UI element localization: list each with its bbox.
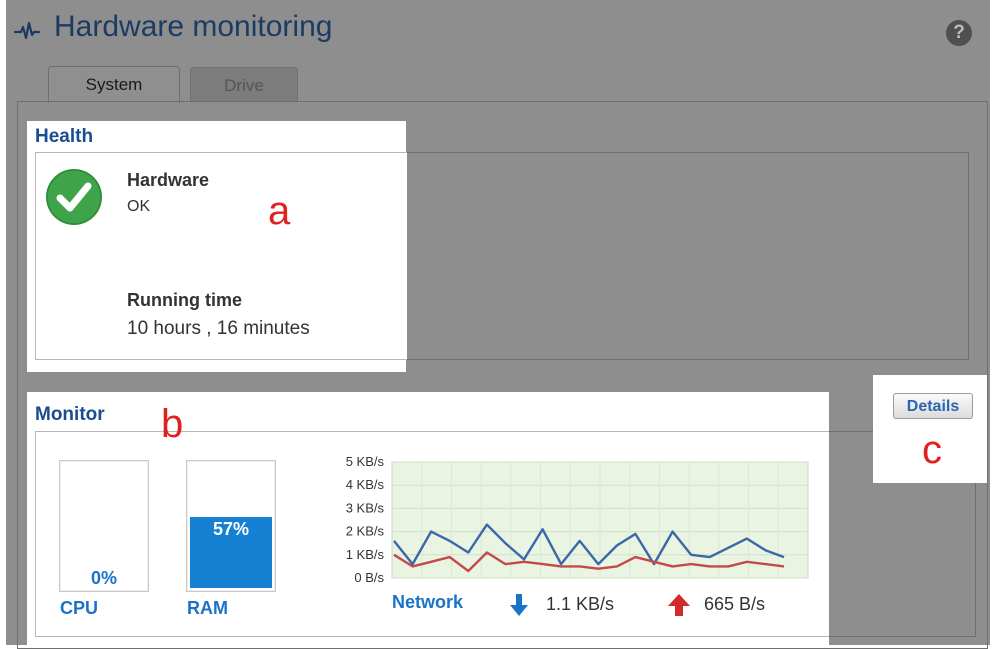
chart-y-tick-label: 0 B/s — [354, 570, 384, 585]
monitor-section-label: Monitor — [35, 404, 105, 425]
green-check-icon — [46, 169, 102, 225]
annotation-c: c — [922, 428, 942, 472]
pulse-icon — [14, 21, 40, 40]
chart-y-tick-label: 2 KB/s — [346, 524, 385, 539]
ram-label: RAM — [187, 598, 228, 618]
chart-y-ticks: 5 KB/s 4 KB/s 3 KB/s 2 KB/s 1 KB/s 0 B/s — [346, 454, 385, 585]
tab-drive[interactable]: Drive — [190, 67, 298, 102]
network-label: Network — [392, 592, 464, 612]
annotation-a: a — [268, 189, 291, 233]
details-button[interactable]: Details — [893, 393, 973, 419]
cpu-label: CPU — [60, 598, 99, 618]
arrow-up-icon — [668, 594, 690, 616]
chart-y-tick-label: 5 KB/s — [346, 454, 385, 469]
chart-y-tick-label: 3 KB/s — [346, 500, 385, 515]
upload-rate: 665 B/s — [704, 594, 766, 614]
cpu-value: 0% — [90, 568, 117, 588]
network-chart: 5 KB/s 4 KB/s 3 KB/s 2 KB/s 1 KB/s 0 B/s — [346, 454, 809, 585]
health-section-label: Health — [35, 126, 94, 147]
cpu-gauge: 0% — [59, 460, 149, 592]
health-panel-frame — [404, 152, 969, 360]
hardware-label: Hardware — [127, 170, 210, 190]
ram-value: 57% — [212, 519, 250, 539]
hardware-status: OK — [127, 198, 151, 215]
chart-y-tick-label: 4 KB/s — [346, 477, 385, 492]
ram-gauge: 57% — [186, 460, 276, 592]
chart-y-tick-label: 1 KB/s — [346, 547, 385, 562]
help-icon[interactable]: ? — [946, 20, 972, 46]
running-time-value: 10 hours , 16 minutes — [127, 318, 310, 339]
download-rate: 1.1 KB/s — [546, 594, 615, 614]
tab-system[interactable]: System — [48, 66, 180, 103]
page-title: Hardware monitoring — [54, 10, 333, 43]
running-time-label: Running time — [127, 290, 242, 310]
annotation-b: b — [161, 402, 184, 446]
arrow-down-icon — [510, 594, 528, 616]
